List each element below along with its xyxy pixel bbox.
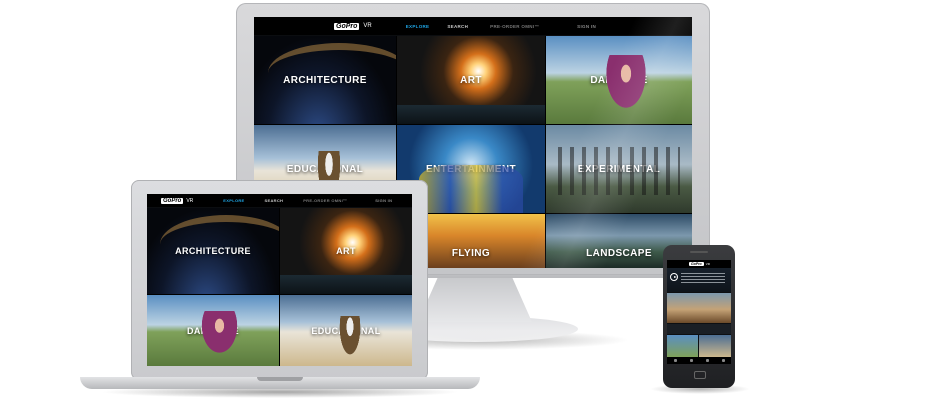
phone-screen: GoPro VR: [667, 260, 731, 364]
category-label: DAILY LIFE: [590, 74, 648, 86]
gopro-logo: GoPro: [334, 22, 360, 30]
play-icon[interactable]: [670, 273, 678, 281]
category-label: LANDSCAPE: [586, 247, 652, 259]
phone-home-button[interactable]: [694, 371, 706, 379]
gopro-logo: GoPro: [689, 262, 704, 266]
category-label: EDUCATIONAL: [311, 325, 381, 336]
category-label: EXPERIMENTAL: [577, 163, 661, 175]
category-label: ART: [460, 74, 482, 86]
category-tile-art[interactable]: ART: [280, 208, 412, 294]
monitor-nav-bar: GoPro VR EXPLORE SEARCH PRE-ORDER OMNI™ …: [254, 17, 692, 35]
category-tile-daily-life[interactable]: DAILY LIFE: [147, 295, 279, 366]
vr-label: VR: [705, 262, 710, 266]
laptop-screen: GoPro VR EXPLORE SEARCH PRE-ORDER OMNI™ …: [147, 194, 412, 366]
vr-label: VR: [363, 23, 372, 29]
explore-tab-icon[interactable]: [689, 359, 693, 362]
phone-nav-bar: GoPro VR: [667, 260, 731, 268]
laptop-notch: [257, 377, 303, 381]
phone-tab-bar: [667, 357, 731, 364]
laptop-nav-bar: GoPro VR EXPLORE SEARCH PRE-ORDER OMNI™ …: [147, 194, 412, 207]
vr-label: VR: [186, 197, 194, 204]
category-tile-architecture[interactable]: ARCHITECTURE: [254, 36, 396, 124]
nav-preorder[interactable]: PRE-ORDER OMNI™: [490, 24, 539, 29]
nav-explore[interactable]: EXPLORE: [223, 198, 244, 203]
nav-signin[interactable]: SIGN IN: [577, 24, 596, 29]
category-tile-art[interactable]: ART: [397, 36, 545, 124]
video-title-text: [681, 273, 725, 283]
category-label: ART: [336, 246, 356, 256]
nav-search[interactable]: SEARCH: [265, 198, 284, 203]
nav-search[interactable]: SEARCH: [447, 24, 468, 29]
search-tab-icon[interactable]: [705, 359, 709, 362]
category-tile-experimental[interactable]: EXPERIMENTAL: [546, 125, 692, 213]
profile-tab-icon[interactable]: [721, 359, 725, 362]
category-tile-architecture[interactable]: ARCHITECTURE: [147, 208, 279, 294]
gopro-logo: GoPro: [161, 197, 184, 204]
monitor-logo[interactable]: GoPro VR: [334, 22, 372, 30]
phone-featured-video[interactable]: [667, 268, 731, 292]
nav-preorder[interactable]: PRE-ORDER OMNI™: [303, 198, 347, 203]
phone-logo[interactable]: GoPro VR: [689, 262, 710, 266]
category-label: ARCHITECTURE: [175, 246, 251, 256]
home-tab-icon[interactable]: [673, 359, 677, 362]
category-label: ARCHITECTURE: [283, 74, 367, 86]
nav-explore[interactable]: EXPLORE: [406, 24, 430, 29]
category-label: DAILY LIFE: [186, 325, 239, 336]
phone-section-bar: [667, 324, 731, 334]
category-label: EDUCATIONAL: [286, 163, 364, 175]
category-label: FLYING: [451, 247, 491, 259]
laptop-logo[interactable]: GoPro VR: [161, 197, 194, 204]
nav-signin[interactable]: SIGN IN: [375, 198, 392, 203]
category-tile-educational[interactable]: EDUCATIONAL: [280, 295, 412, 366]
category-label: ENTERTAINMENT: [425, 163, 516, 175]
laptop-category-grid: ARCHITECTURE ART DAILY LIFE EDUCATIONAL: [147, 208, 412, 366]
category-tile-daily-life[interactable]: DAILY LIFE: [546, 36, 692, 124]
phone-category-thumbnail[interactable]: [667, 335, 698, 357]
phone-video-thumbnail[interactable]: [667, 293, 731, 323]
phone-category-thumbnail[interactable]: [699, 335, 731, 357]
phone-speaker: [690, 251, 708, 253]
